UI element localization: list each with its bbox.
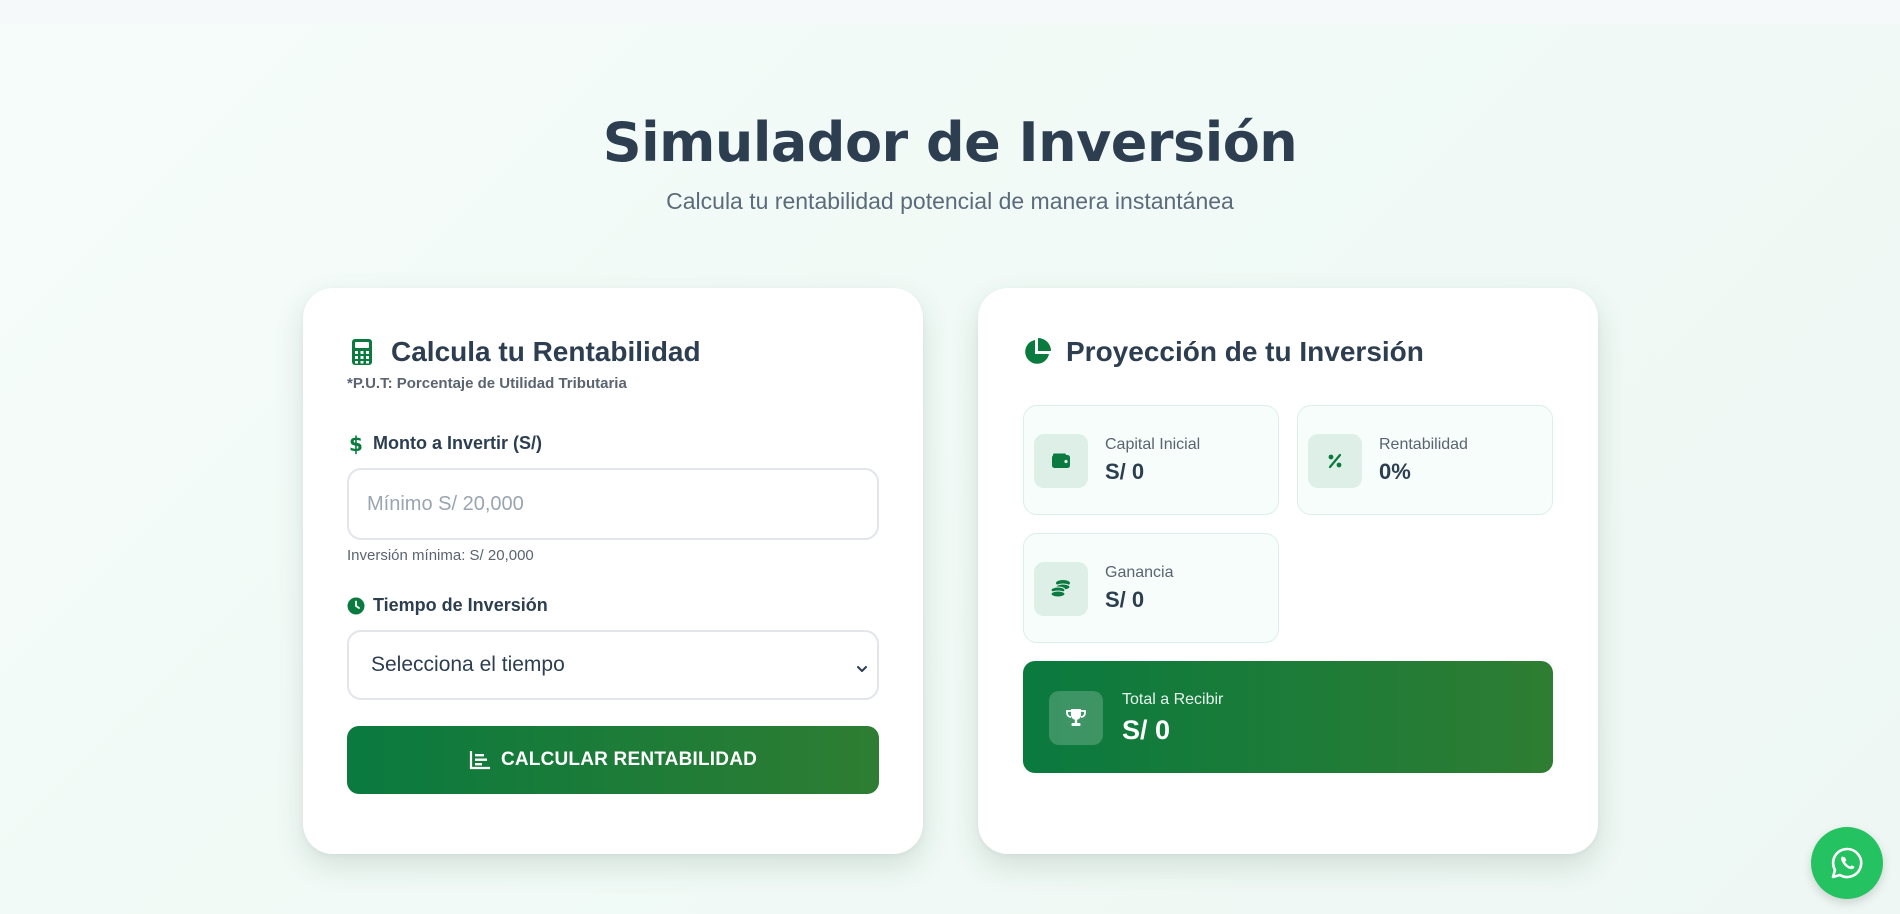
capital-label: Capital Inicial xyxy=(1105,436,1201,453)
hero: Simulador de Inversión Calcula tu rentab… xyxy=(0,108,1900,215)
page-subtitle: Calcula tu rentabilidad potencial de man… xyxy=(666,188,1234,214)
percent-icon xyxy=(1308,434,1362,488)
pie-chart-icon xyxy=(1022,337,1052,367)
amount-hint: Inversión mínima: S/ 20,000 xyxy=(347,547,534,564)
rentability-value: 0% xyxy=(1379,459,1411,484)
amount-input[interactable] xyxy=(347,468,879,540)
top-bar xyxy=(0,0,1900,24)
calculator-card-title: Calcula tu Rentabilidad xyxy=(347,336,701,368)
calculator-icon xyxy=(347,337,377,367)
projection-title-text: Proyección de tu Inversión xyxy=(1066,336,1424,367)
gain-value: S/ 0 xyxy=(1105,587,1145,612)
time-select[interactable]: Selecciona el tiempo xyxy=(347,630,879,700)
rentability-label: Rentabilidad xyxy=(1379,436,1468,453)
dollar-icon: $ xyxy=(349,431,363,456)
projection-card-title: Proyección de tu Inversión xyxy=(1022,336,1424,368)
chevron-down-icon xyxy=(855,658,869,672)
calculator-title-text: Calcula tu Rentabilidad xyxy=(391,336,701,367)
clock-icon xyxy=(347,597,365,615)
total-label: Total a Recibir xyxy=(1122,691,1224,708)
gain-stat: Ganancia S/ 0 xyxy=(1023,533,1279,643)
calculator-card: Calcula tu Rentabilidad *P.U.T: Porcenta… xyxy=(303,288,923,854)
total-value: S/ 0 xyxy=(1122,715,1171,745)
put-note: *P.U.T: Porcentaje de Utilidad Tributari… xyxy=(347,375,627,392)
coins-icon xyxy=(1034,562,1088,616)
gain-label: Ganancia xyxy=(1105,564,1174,581)
chart-bar-icon xyxy=(469,749,491,771)
calculate-button[interactable]: CALCULAR RENTABILIDAD xyxy=(347,726,879,794)
total-panel: Total a Recibir S/ 0 xyxy=(1023,661,1553,773)
time-select-value: Selecciona el tiempo xyxy=(371,653,565,676)
wallet-icon xyxy=(1034,434,1088,488)
whatsapp-button[interactable] xyxy=(1811,827,1883,899)
capital-stat: Capital Inicial S/ 0 xyxy=(1023,405,1279,515)
whatsapp-icon xyxy=(1829,845,1865,881)
amount-label-text: Monto a Invertir (S/) xyxy=(373,433,543,453)
trophy-icon xyxy=(1049,691,1103,745)
time-label-text: Tiempo de Inversión xyxy=(373,595,548,615)
projection-card: Proyección de tu Inversión Capital Inici… xyxy=(978,288,1598,854)
rentability-stat: Rentabilidad 0% xyxy=(1297,405,1553,515)
page-title: Simulador de Inversión xyxy=(602,111,1298,174)
calculate-button-label: CALCULAR RENTABILIDAD xyxy=(500,749,758,770)
capital-value: S/ 0 xyxy=(1105,459,1145,484)
time-label: Tiempo de Inversión xyxy=(347,595,548,616)
amount-label: $ Monto a Invertir (S/) xyxy=(347,431,543,456)
